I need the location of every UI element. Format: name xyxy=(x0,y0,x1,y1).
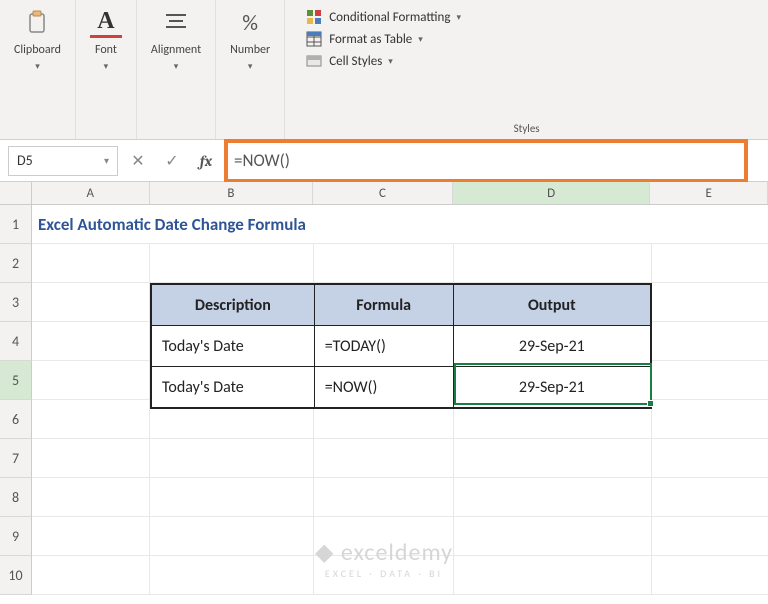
table-cell[interactable]: Today's Date xyxy=(152,367,315,407)
formula-highlight xyxy=(224,139,748,183)
ribbon: Clipboard ▾ A Font ▾ Alignment ▾ % Numbe… xyxy=(0,0,768,140)
caret-icon: ▾ xyxy=(174,61,179,72)
spreadsheet-grid: A B C D E 1 2 3 4 5 6 7 8 9 10 Excel Aut… xyxy=(0,182,768,595)
col-header-e[interactable]: E xyxy=(650,182,768,204)
alignment-label: Alignment xyxy=(151,44,201,57)
col-header-c[interactable]: C xyxy=(313,182,453,204)
number-label: Number xyxy=(230,44,270,57)
alignment-icon xyxy=(160,6,192,38)
clipboard-label: Clipboard xyxy=(14,44,61,57)
ribbon-group-alignment: Alignment ▾ xyxy=(137,0,216,139)
row-header[interactable]: 3 xyxy=(0,283,32,322)
ribbon-group-clipboard: Clipboard ▾ xyxy=(0,0,76,139)
alignment-button[interactable]: Alignment ▾ xyxy=(151,6,201,72)
font-icon: A xyxy=(90,6,122,38)
cell-styles-icon xyxy=(305,52,323,70)
insert-function-button[interactable]: fx xyxy=(192,147,220,175)
col-header-d[interactable]: D xyxy=(453,182,650,204)
caret-icon: ▾ xyxy=(388,56,393,67)
table-header[interactable]: Formula xyxy=(315,285,454,325)
formula-bar: D5 ▾ ✕ ✓ fx =NOW() xyxy=(0,140,768,182)
percent-icon: % xyxy=(234,6,266,38)
font-button[interactable]: A Font ▾ xyxy=(90,6,122,72)
ribbon-group-font: A Font ▾ xyxy=(76,0,137,139)
table-icon xyxy=(305,30,323,48)
cell-styles-button[interactable]: Cell Styles ▾ xyxy=(305,52,461,70)
caret-icon: ▾ xyxy=(104,61,109,72)
conditional-formatting-label: Conditional Formatting xyxy=(329,10,450,25)
table-cell[interactable]: Today's Date xyxy=(152,326,315,366)
column-headers: A B C D E xyxy=(0,182,768,205)
number-button[interactable]: % Number ▾ xyxy=(230,6,270,72)
row-header[interactable]: 9 xyxy=(0,517,32,556)
clipboard-icon xyxy=(21,6,53,38)
table-cell[interactable]: 29-Sep-21 xyxy=(454,326,650,366)
row-header[interactable]: 4 xyxy=(0,322,32,361)
select-all-corner[interactable] xyxy=(0,182,32,204)
row-header[interactable]: 8 xyxy=(0,478,32,517)
row-header[interactable]: 5 xyxy=(0,361,32,400)
caret-icon: ▾ xyxy=(456,12,461,23)
conditional-formatting-icon xyxy=(305,8,323,26)
caret-icon: ▾ xyxy=(104,154,109,167)
table-cell[interactable]: =NOW() xyxy=(315,367,454,407)
table-header[interactable]: Output xyxy=(454,285,650,325)
row-header[interactable]: 6 xyxy=(0,400,32,439)
col-header-a[interactable]: A xyxy=(32,182,150,204)
caret-icon: ▾ xyxy=(248,61,253,72)
formula-input[interactable]: =NOW() xyxy=(226,150,290,171)
col-header-b[interactable]: B xyxy=(150,182,314,204)
row-header[interactable]: 10 xyxy=(0,556,32,595)
styles-group-label: Styles xyxy=(514,122,540,135)
table-cell[interactable]: 29-Sep-21 xyxy=(454,367,650,407)
cells-area[interactable]: Excel Automatic Date Change Formula Desc… xyxy=(32,205,768,595)
name-box[interactable]: D5 ▾ xyxy=(8,146,118,176)
row-header[interactable]: 2 xyxy=(0,244,32,283)
name-box-value: D5 xyxy=(17,152,33,169)
format-as-table-button[interactable]: Format as Table ▾ xyxy=(305,30,461,48)
ribbon-group-styles: Conditional Formatting ▾ Format as Table… xyxy=(285,0,768,139)
data-table: Description Formula Output Today's Date … xyxy=(150,283,652,409)
clipboard-button[interactable]: Clipboard ▾ xyxy=(14,6,61,72)
conditional-formatting-button[interactable]: Conditional Formatting ▾ xyxy=(305,8,461,26)
caret-icon: ▾ xyxy=(35,61,40,72)
format-as-table-label: Format as Table xyxy=(329,32,412,47)
table-header[interactable]: Description xyxy=(152,285,315,325)
ribbon-group-number: % Number ▾ xyxy=(216,0,285,139)
row-header[interactable]: 1 xyxy=(0,205,32,244)
table-cell[interactable]: =TODAY() xyxy=(315,326,454,366)
title-cell[interactable]: Excel Automatic Date Change Formula xyxy=(32,205,768,244)
accept-formula-button[interactable]: ✓ xyxy=(158,147,186,175)
row-header[interactable]: 7 xyxy=(0,439,32,478)
cell-styles-label: Cell Styles xyxy=(329,54,382,69)
row-headers: 1 2 3 4 5 6 7 8 9 10 xyxy=(0,205,32,595)
font-label: Font xyxy=(95,44,117,57)
cancel-formula-button[interactable]: ✕ xyxy=(124,147,152,175)
caret-icon: ▾ xyxy=(418,34,423,45)
